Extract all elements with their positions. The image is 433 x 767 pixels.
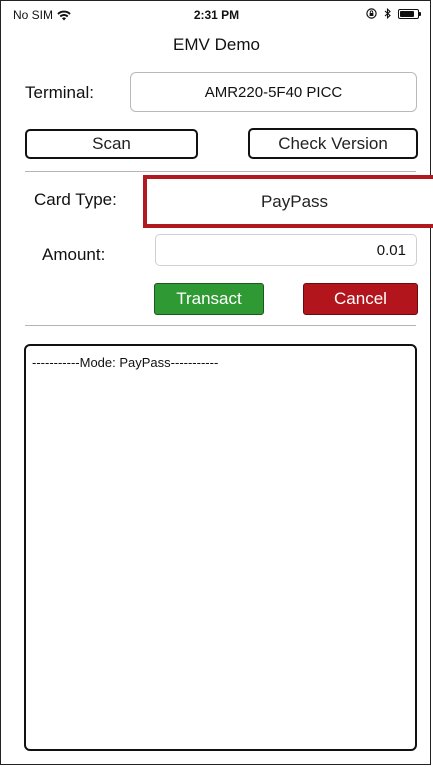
divider-bottom: [25, 325, 416, 326]
check-version-button[interactable]: Check Version: [248, 128, 418, 159]
transact-button[interactable]: Transact: [154, 283, 264, 315]
log-textview[interactable]: -----------Mode: PayPass-----------: [24, 344, 417, 751]
amount-value: 0.01: [376, 241, 406, 259]
terminal-field[interactable]: AMR220-5F40 PICC: [130, 72, 417, 112]
orientation-lock-icon: [366, 8, 377, 19]
scan-button[interactable]: Scan: [25, 129, 198, 159]
status-icons: [366, 8, 421, 19]
amount-label: Amount:: [42, 245, 106, 264]
status-bar: No SIM 2:31 PM: [0, 0, 433, 28]
cancel-button[interactable]: Cancel: [303, 283, 418, 315]
terminal-label: Terminal:: [25, 83, 94, 102]
card-type-label: Card Type:: [34, 190, 117, 209]
battery-level: [400, 10, 415, 17]
bluetooth-icon: [384, 8, 391, 19]
card-type-highlight: PayPass: [143, 175, 433, 228]
battery-icon: [398, 8, 421, 19]
log-text: -----------Mode: PayPass-----------: [32, 355, 219, 370]
terminal-value: AMR220-5F40 PICC: [204, 83, 343, 101]
divider-top: [25, 171, 416, 172]
page-title: EMV Demo: [173, 35, 260, 54]
card-type-selector[interactable]: PayPass: [155, 183, 433, 220]
amount-input[interactable]: 0.01: [155, 234, 417, 266]
